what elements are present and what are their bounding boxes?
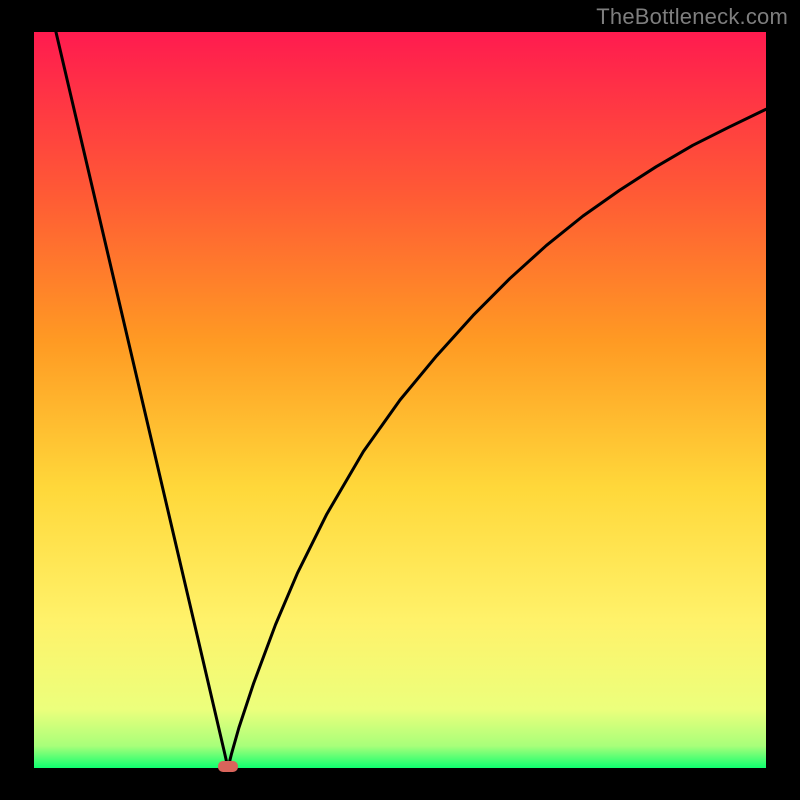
chart-svg <box>0 0 800 800</box>
chart-stage: TheBottleneck.com <box>0 0 800 800</box>
watermark-label: TheBottleneck.com <box>596 4 788 30</box>
curve-minimum-marker <box>218 761 238 772</box>
